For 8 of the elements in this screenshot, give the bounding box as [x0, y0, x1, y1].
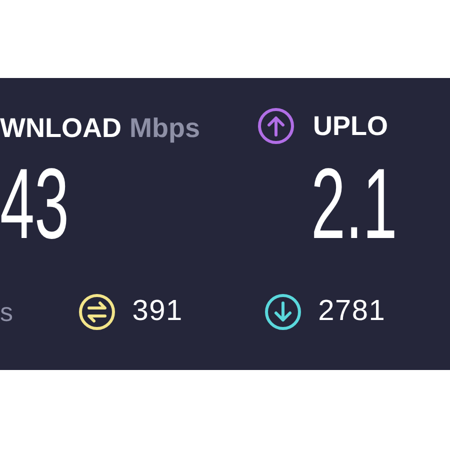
upload-label: UPLO: [312, 110, 388, 143]
download-count: 2781: [318, 294, 386, 330]
download-speed: 43: [0, 154, 69, 254]
download-label: WNLOAD: [0, 112, 122, 145]
jitter-value: 391: [132, 294, 183, 330]
unit-label: Mbps: [129, 112, 200, 145]
upload-speed: 2.1: [310, 154, 398, 254]
unit-fragment: s: [0, 296, 14, 328]
